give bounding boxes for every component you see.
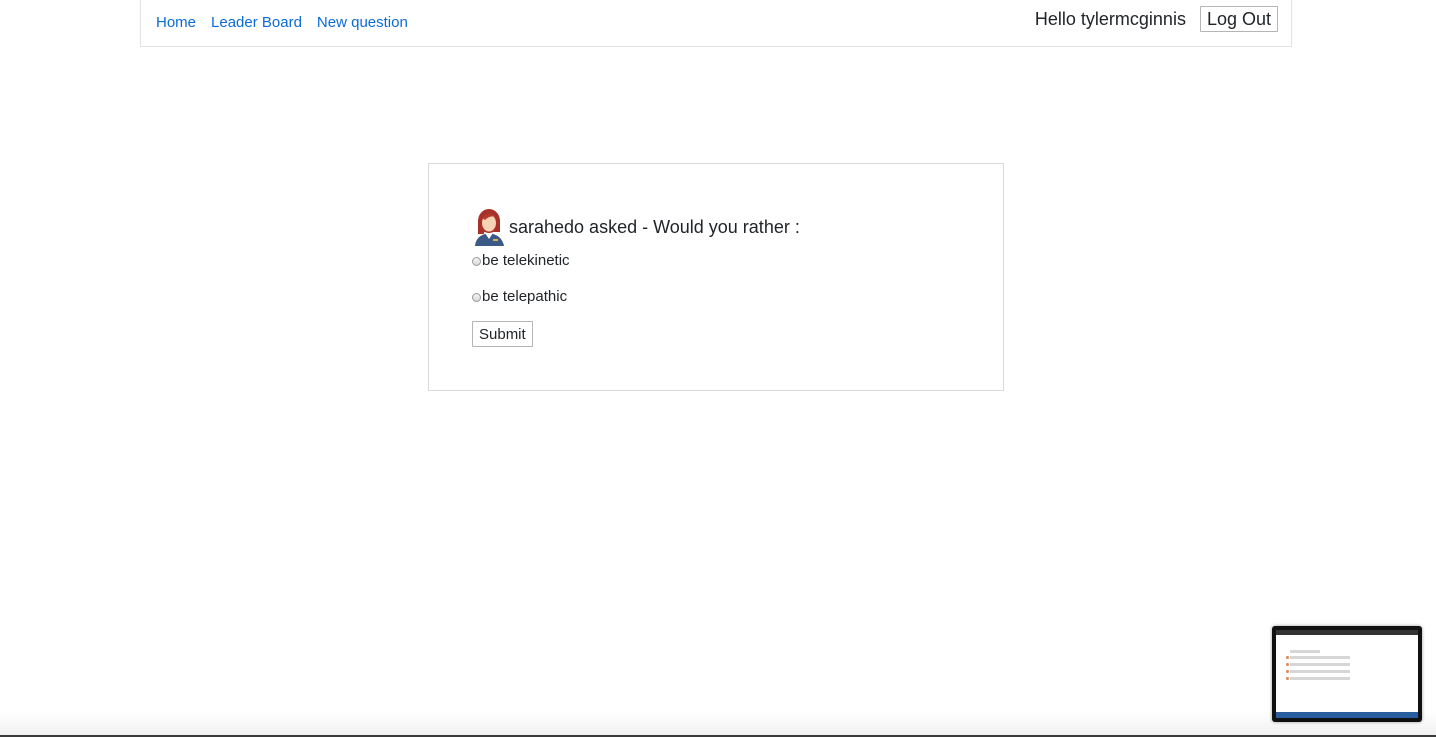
radio-button[interactable] [472,256,481,266]
nav-links: Home Leader Board New question [156,14,423,32]
question-card: sarahedo asked - Would you rather : be t… [428,163,1004,391]
navbar: Home Leader Board New question Hello tyl… [140,0,1292,47]
option-label: be telepathic [482,288,568,305]
thumbnail-screen [1276,630,1418,718]
nav-user-area: Hello tylermcginnis Log Out [1035,6,1278,32]
thumbnail-avatar-icon [1286,656,1289,659]
option-be-telepathic[interactable]: be telepathic [472,288,567,305]
option-label: be telekinetic [482,252,570,269]
option-be-telekinetic[interactable]: be telekinetic [472,252,570,269]
thumbnail-row [1290,656,1350,659]
thumbnail-avatar-icon [1286,663,1289,666]
thumbnail-row [1290,663,1350,666]
logout-button[interactable]: Log Out [1199,6,1278,32]
nav-link-leader-board[interactable]: Leader Board [211,14,302,32]
thumbnail-dock [1276,712,1418,718]
thumbnail-menubar [1276,630,1418,635]
question-header: sarahedo asked - Would you rather : [473,206,800,246]
question-title: sarahedo asked - Would you rather : [509,216,800,237]
thumbnail-avatar-icon [1286,670,1289,673]
thumbnail-row [1290,670,1350,673]
screenshot-thumbnail-preview[interactable] [1272,626,1422,722]
submit-button[interactable]: Submit [472,321,533,347]
radio-button[interactable] [472,292,481,302]
nav-link-home[interactable]: Home [156,14,196,32]
window-bottom-shadow [0,711,1436,737]
woman-avatar-icon [475,209,504,246]
thumbnail-avatar-icon [1286,677,1289,680]
thumbnail-row [1290,650,1320,653]
nav-link-new-question[interactable]: New question [317,14,408,32]
thumbnail-row [1290,677,1350,680]
user-greeting: Hello tylermcginnis [1034,8,1186,29]
